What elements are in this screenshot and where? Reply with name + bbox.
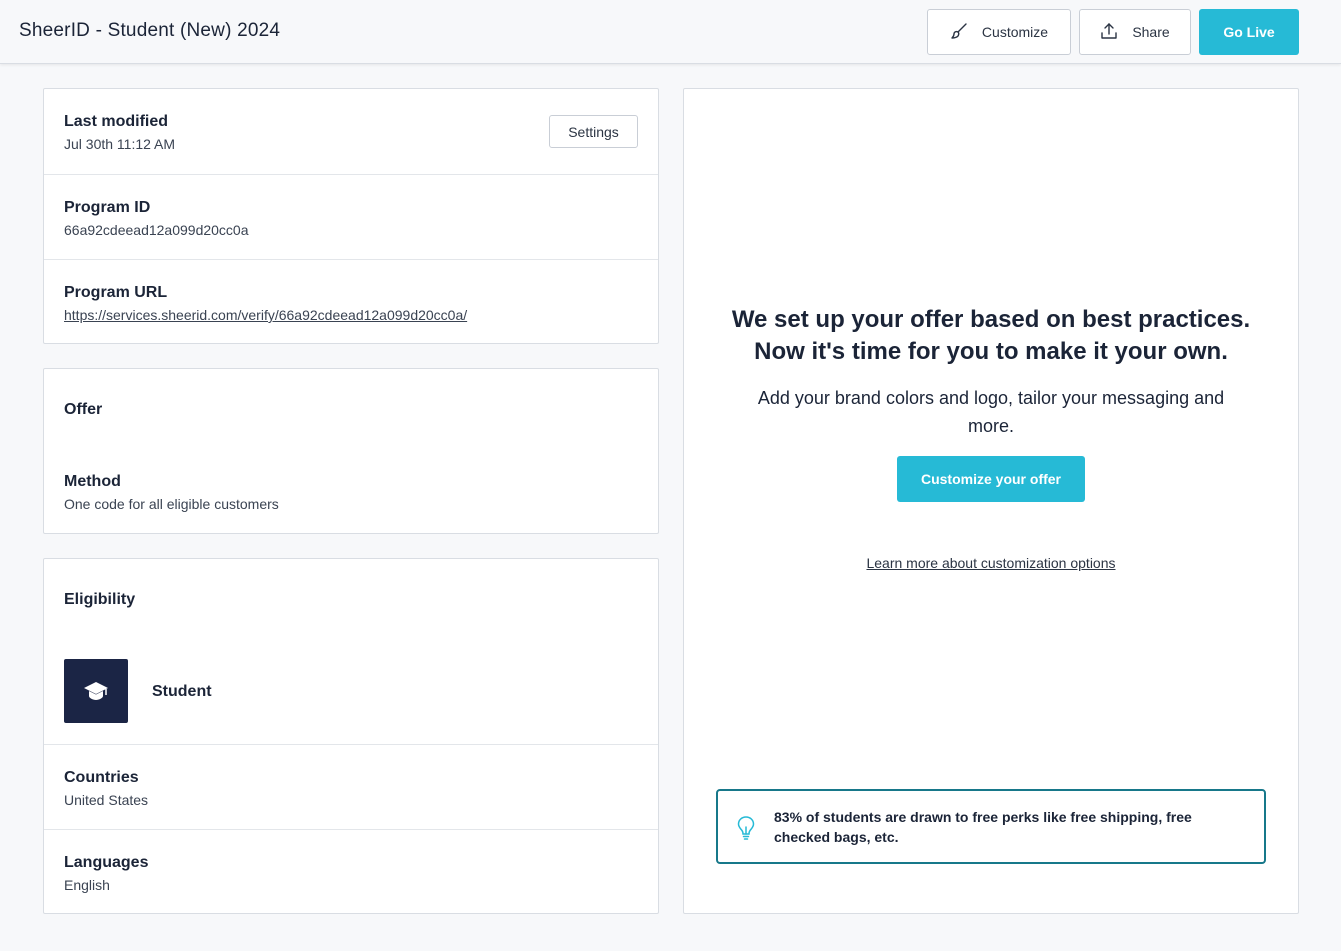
eligibility-title: Eligibility <box>64 591 136 608</box>
customize-offer-button[interactable]: Customize your offer <box>897 456 1085 502</box>
countries-label: Countries <box>64 769 139 786</box>
go-live-button[interactable]: Go Live <box>1199 9 1299 55</box>
last-modified-label: Last modified <box>64 113 169 130</box>
tip-box: 83% of students are drawn to free perks … <box>716 789 1266 864</box>
top-bar: SheerID - Student (New) 2024 Customize S… <box>0 0 1341 64</box>
share-button[interactable]: Share <box>1079 9 1191 55</box>
program-id-value: 66a92cdeead12a099d20cc0a <box>64 222 249 238</box>
program-url-label: Program URL <box>64 284 168 301</box>
preview-headline: We set up your offer based on best pract… <box>684 304 1298 368</box>
settings-button[interactable]: Settings <box>549 115 638 148</box>
share-label: Share <box>1132 24 1170 40</box>
last-modified-row: Last modified Jul 30th 11:12 AM Settings <box>44 89 658 174</box>
eligibility-card: Eligibility Student Countries United Sta… <box>43 558 659 914</box>
customize-button[interactable]: Customize <box>927 9 1071 55</box>
languages-label: Languages <box>64 854 149 871</box>
offer-title: Offer <box>64 401 103 418</box>
brush-icon <box>950 22 968 43</box>
eligibility-row: Eligibility Student <box>44 559 658 744</box>
program-id-label: Program ID <box>64 199 151 216</box>
student-segment-label: Student <box>152 683 212 700</box>
languages-row: Languages English <box>44 829 658 913</box>
tip-text: 83% of students are drawn to free perks … <box>774 809 1192 845</box>
headline-line-2: Now it's time for you to make it your ow… <box>754 338 1228 365</box>
program-url-row: Program URL https://services.sheerid.com… <box>44 259 658 343</box>
page-title: SheerID - Student (New) 2024 <box>19 20 281 41</box>
offer-card: Offer Method One code for all eligible c… <box>43 368 659 534</box>
upload-icon <box>1100 22 1118 43</box>
program-info-card: Last modified Jul 30th 11:12 AM Settings… <box>43 88 659 344</box>
method-label: Method <box>64 473 121 490</box>
customize-preview-card: We set up your offer based on best pract… <box>683 88 1299 914</box>
countries-value: United States <box>64 792 149 808</box>
method-value: One code for all eligible customers <box>64 496 279 512</box>
languages-value: English <box>64 877 110 893</box>
last-modified-value: Jul 30th 11:12 AM <box>64 136 176 152</box>
headline-line-1: We set up your offer based on best pract… <box>731 306 1251 333</box>
preview-subtext: Add your brand colors and logo, tailor y… <box>757 388 1225 436</box>
program-url-link[interactable]: https://services.sheerid.com/verify/66a9… <box>64 307 467 323</box>
learn-more-link[interactable]: Learn more about customization options <box>684 555 1298 571</box>
customize-label: Customize <box>981 24 1049 40</box>
countries-row: Countries United States <box>44 744 658 829</box>
graduation-cap-icon <box>64 659 128 723</box>
lightbulb-icon <box>736 815 756 846</box>
program-id-row: Program ID 66a92cdeead12a099d20cc0a <box>44 174 658 259</box>
